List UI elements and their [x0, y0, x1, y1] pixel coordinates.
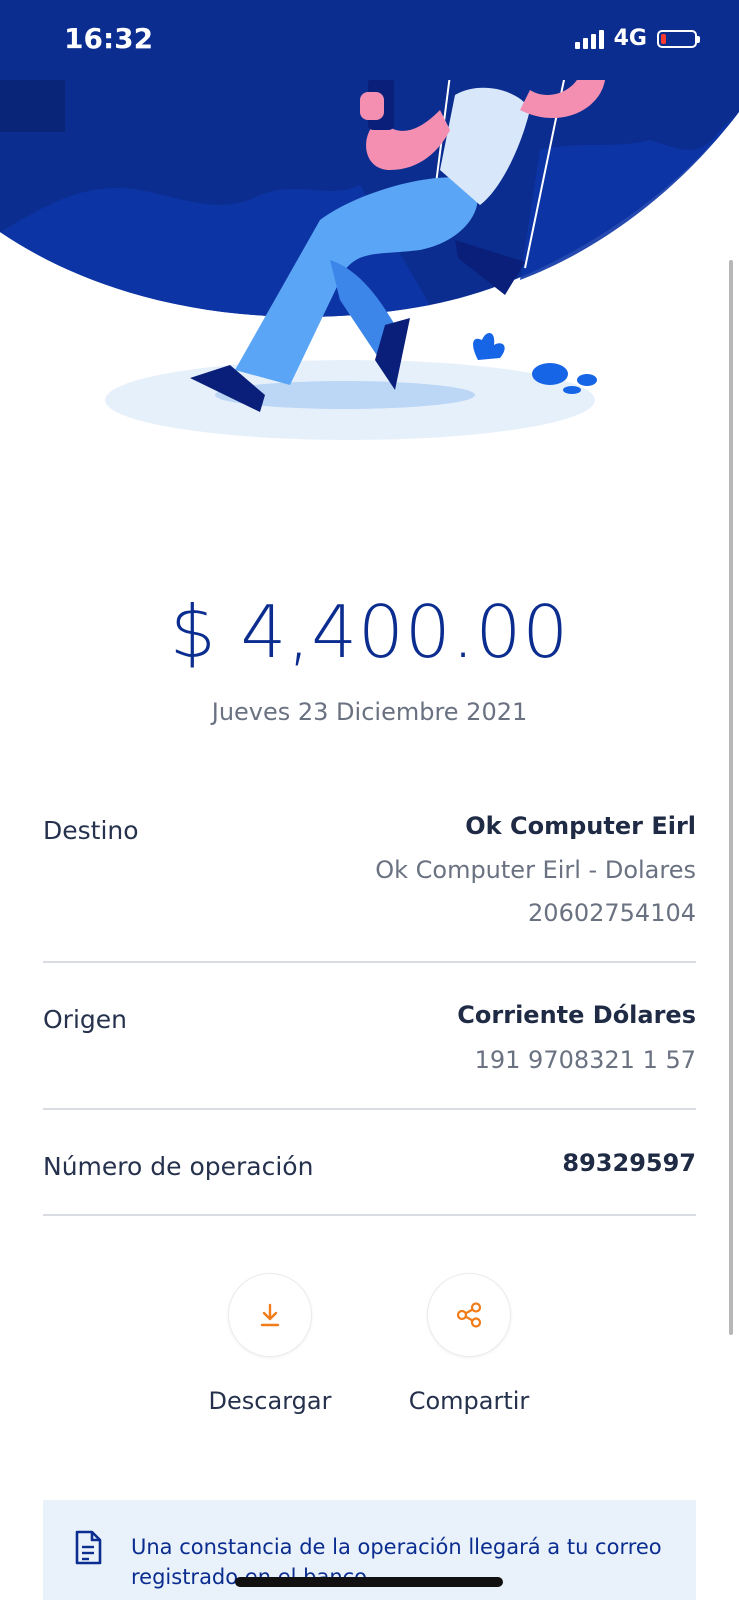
share-label: Compartir [408, 1387, 530, 1415]
divider [43, 1108, 696, 1110]
operacion-label: Número de operación [43, 1152, 314, 1181]
download-button[interactable]: Descargar [185, 1273, 355, 1415]
scrollbar[interactable] [729, 260, 733, 1335]
download-icon [260, 1303, 280, 1327]
origen-label: Origen [43, 1005, 127, 1034]
status-indicators: 4G [574, 26, 700, 51]
network-type: 4G [613, 26, 647, 51]
origen-number: 191 9708321 1 57 [474, 1046, 696, 1074]
transfer-amount: $ 4,400.00 [169, 590, 570, 674]
destino-number: 20602754104 [528, 899, 696, 927]
divider [43, 1214, 696, 1216]
origen-name: Corriente Dólares [457, 1001, 696, 1029]
document-icon [75, 1530, 102, 1565]
transfer-date: Jueves 23 Diciembre 2021 [211, 698, 528, 726]
signal-icon [574, 29, 604, 49]
destino-label: Destino [43, 816, 139, 845]
operacion-value: 89329597 [562, 1149, 696, 1177]
download-circle[interactable] [228, 1273, 312, 1357]
share-button[interactable]: Compartir [384, 1273, 554, 1415]
divider [43, 961, 696, 963]
share-icon [456, 1302, 482, 1328]
download-label: Descargar [208, 1387, 332, 1415]
battery-icon [657, 29, 700, 48]
status-time: 16:32 [64, 22, 154, 55]
destino-account: Ok Computer Eirl - Dolares [375, 856, 696, 884]
destino-name: Ok Computer Eirl [465, 812, 696, 840]
status-bar: 16:32 4G [0, 0, 739, 80]
home-indicator[interactable] [235, 1577, 503, 1587]
share-circle[interactable] [427, 1273, 511, 1357]
